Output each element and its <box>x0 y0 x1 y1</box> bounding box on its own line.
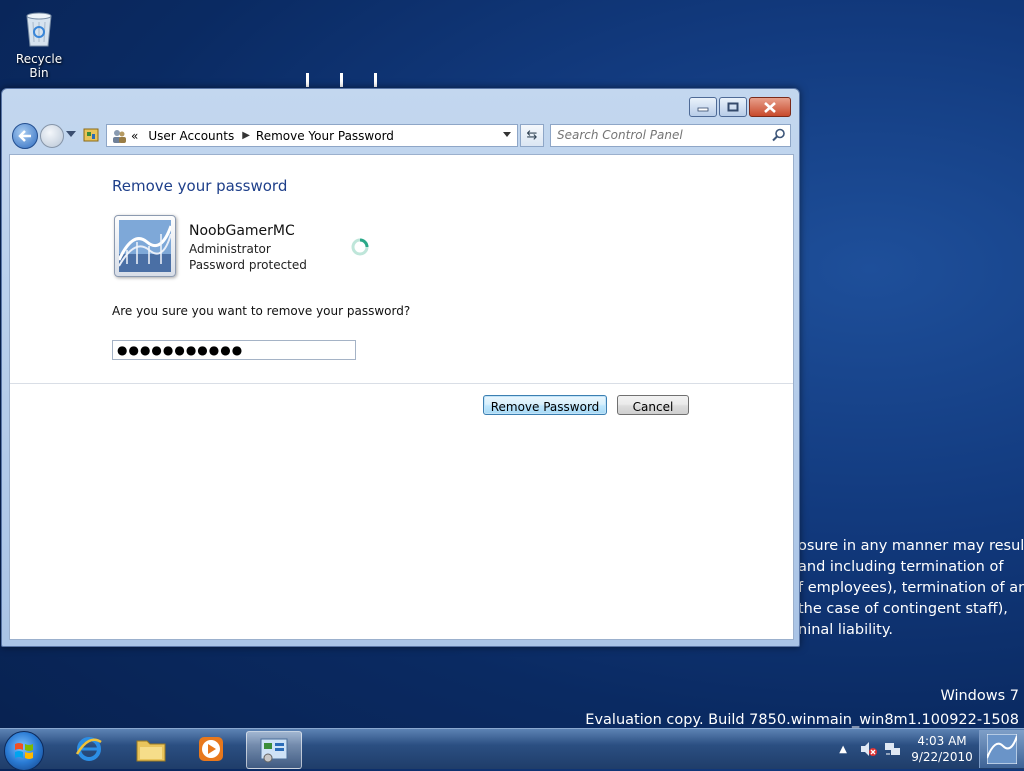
cancel-button[interactable]: Cancel <box>617 395 689 415</box>
breadcrumb-chevron-icon[interactable]: ▶ <box>242 130 250 141</box>
recycle-bin-label: Recycle Bin <box>15 52 63 80</box>
recycle-bin[interactable]: Recycle Bin <box>6 6 72 80</box>
evaluation-watermark: Windows 7 Evaluation copy. Build 7850.wi… <box>585 684 1019 732</box>
content-pane: Remove your password NoobGamerMC Adminis… <box>9 154 794 640</box>
windows-logo-icon <box>15 743 33 759</box>
refresh-icon: ⇆ <box>526 128 538 143</box>
search-input[interactable] <box>551 125 757 144</box>
notice-line: and including termination of <box>798 559 1004 575</box>
navigation-bar: « User Accounts ▶ Remove Your Password ⇆ <box>10 123 791 149</box>
search-icon[interactable] <box>772 128 786 142</box>
taskbar: ▲ 4:03 AM 9/22/2010 <box>0 728 1024 771</box>
user-password-status: Password protected <box>189 258 307 272</box>
notice-line: the case of contingent staff), <box>798 601 1008 617</box>
user-accounts-icon <box>113 129 126 143</box>
user-role: Administrator <box>189 242 271 256</box>
rollercoaster-picture-icon <box>119 220 171 272</box>
control-panel-icon[interactable] <box>82 126 100 144</box>
breadcrumb-remove-password[interactable]: Remove Your Password <box>256 129 394 143</box>
notification-area: ▲ 4:03 AM 9/22/2010 <box>839 729 1024 769</box>
notice-line: osure in any manner may result <box>798 538 1024 554</box>
windows-explorer-icon[interactable] <box>124 731 178 767</box>
user-avatar <box>114 215 176 277</box>
close-icon <box>764 101 776 113</box>
confirmation-question: Are you sure you want to remove your pas… <box>112 304 411 318</box>
media-player-icon[interactable] <box>184 731 238 767</box>
show-hidden-icons-icon[interactable]: ▲ <box>839 744 847 755</box>
close-button[interactable] <box>749 97 791 117</box>
clock-date: 9/22/2010 <box>911 750 973 764</box>
back-button[interactable] <box>12 123 38 149</box>
recent-pages-dropdown[interactable] <box>66 131 76 137</box>
watermark-product: Windows 7 <box>940 688 1019 704</box>
restore-button[interactable] <box>719 97 747 117</box>
breadcrumb-user-accounts[interactable]: User Accounts <box>148 129 234 143</box>
refresh-button[interactable]: ⇆ <box>520 124 544 147</box>
control-panel-window: « User Accounts ▶ Remove Your Password ⇆… <box>1 88 800 647</box>
user-name: NoobGamerMC <box>189 223 295 239</box>
arrow-left-icon <box>18 130 31 142</box>
divider <box>10 383 793 384</box>
current-password-field[interactable]: ●●●●●●●●●●● <box>112 340 356 360</box>
clock-time: 4:03 AM <box>917 734 967 748</box>
recycle-bin-icon <box>23 8 55 48</box>
search-box[interactable] <box>550 124 791 147</box>
remove-password-button[interactable]: Remove Password <box>483 395 607 415</box>
user-tile-icon <box>987 734 1017 764</box>
control-panel-taskbar-button[interactable] <box>246 731 302 769</box>
address-overflow[interactable]: « <box>131 129 138 143</box>
system-clock[interactable]: 4:03 AM 9/22/2010 <box>911 733 973 765</box>
start-button[interactable] <box>4 731 44 771</box>
internet-explorer-icon[interactable] <box>62 731 116 767</box>
confidential-notice: osure in any manner may result and inclu… <box>798 536 1024 641</box>
volume-muted-icon[interactable] <box>859 741 877 757</box>
window-controls <box>689 97 791 117</box>
forward-button[interactable] <box>40 124 64 148</box>
minimize-button[interactable] <box>689 97 717 117</box>
busy-spinner-icon <box>351 238 369 256</box>
notice-line: f employees), termination of an <box>798 580 1024 596</box>
address-dropdown-icon[interactable] <box>503 132 511 137</box>
address-bar[interactable]: « User Accounts ▶ Remove Your Password <box>106 124 518 147</box>
notice-line: ninal liability. <box>798 622 893 638</box>
network-icon[interactable] <box>883 741 901 757</box>
control-panel-icon <box>260 738 288 763</box>
page-title: Remove your password <box>112 177 288 195</box>
show-desktop-button[interactable] <box>979 730 1024 768</box>
